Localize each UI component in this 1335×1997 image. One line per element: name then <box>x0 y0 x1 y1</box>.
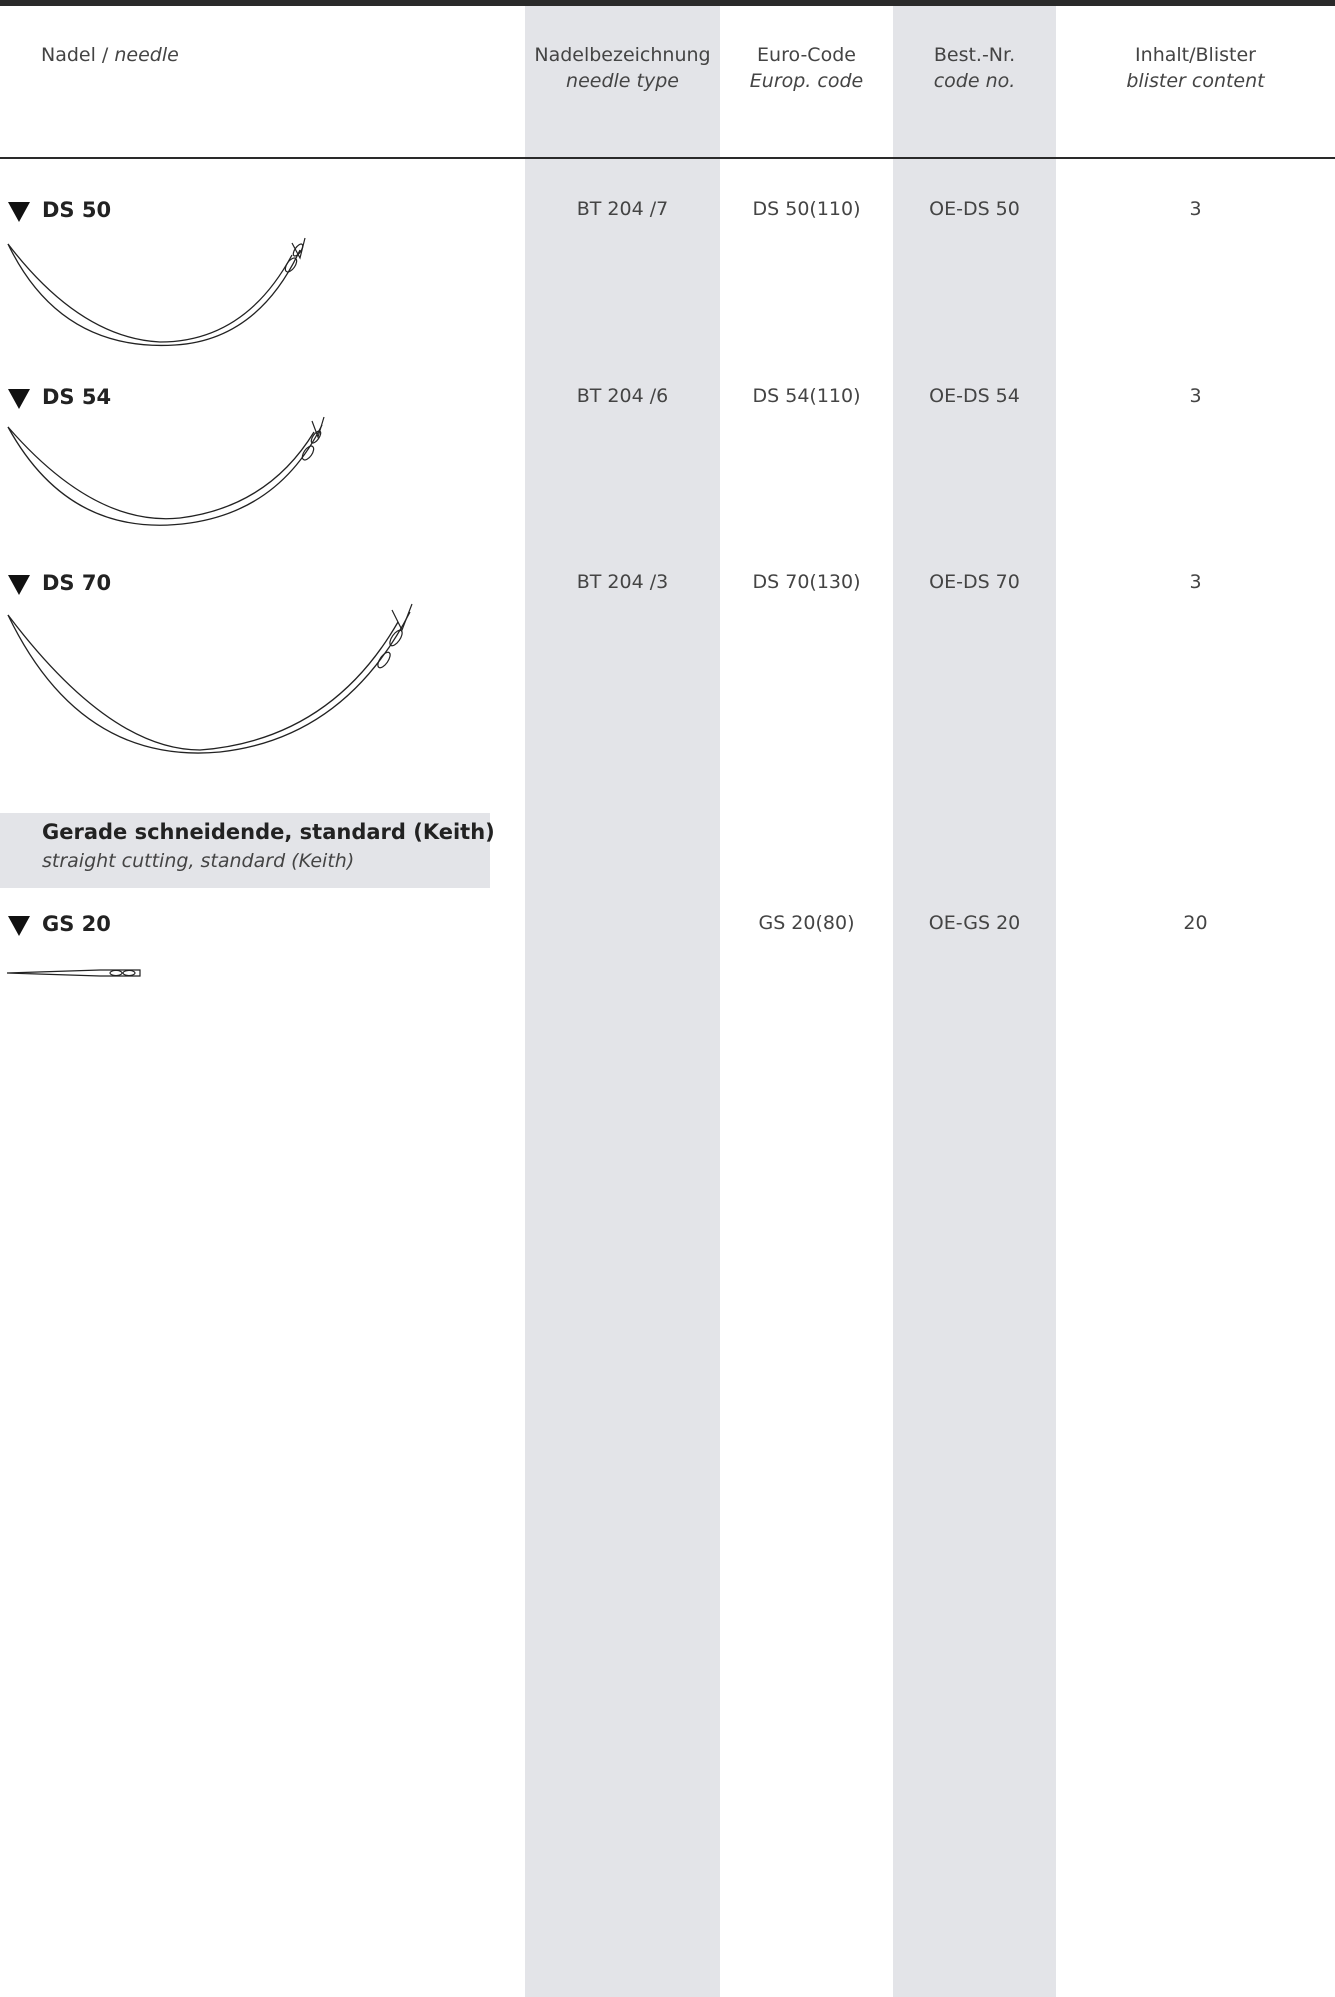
column-shade-code-no <box>893 0 1056 1997</box>
triangle-marker-icon <box>8 389 30 409</box>
blister-content-cell: 3 <box>1189 198 1202 220</box>
header-needle-de: Nadel / <box>41 44 115 66</box>
header-euro-code-de: Euro-Code <box>757 44 856 66</box>
euro-code-cell: DS 54(110) <box>752 385 861 407</box>
needle-name: GS 20 <box>42 912 111 936</box>
triangle-marker-icon <box>8 575 30 595</box>
needle-name: DS 70 <box>42 571 112 595</box>
header-needle: Nadel / needle <box>41 42 179 68</box>
needle-type-cell: BT 204 /3 <box>576 571 669 593</box>
curved-needle-ds70-icon <box>7 603 413 754</box>
column-shade-needle-type <box>525 0 720 1997</box>
catalog-page: Nadel / needle Nadelbezeichnung needle t… <box>0 0 1335 1997</box>
header-blister-content-de: Inhalt/Blister <box>1135 44 1256 66</box>
section-title: Gerade schneidende, standard (Keith) <box>42 820 495 844</box>
blister-content-cell: 3 <box>1189 385 1202 407</box>
header-euro-code-en: Europ. code <box>749 70 864 92</box>
section-subtitle: straight cutting, standard (Keith) <box>42 850 355 872</box>
header-needle-type: Nadelbezeichnung needle type <box>525 42 720 94</box>
euro-code-cell: GS 20(80) <box>758 912 855 934</box>
code-no-cell: OE-DS 50 <box>929 198 1020 220</box>
header-needle-en: needle <box>114 44 179 66</box>
triangle-marker-icon <box>8 916 30 936</box>
euro-code-cell: DS 70(130) <box>752 571 861 593</box>
code-no-cell: OE-DS 54 <box>929 385 1020 407</box>
header-blister-content-en: blister content <box>1126 70 1265 92</box>
triangle-marker-icon <box>8 202 30 222</box>
curved-needle-ds50-icon <box>7 237 306 347</box>
needle-name: DS 50 <box>42 198 112 222</box>
header-code-no-en: code no. <box>933 70 1016 92</box>
header-needle-type-de: Nadelbezeichnung <box>534 44 711 66</box>
header-code-no: Best.-Nr. code no. <box>893 42 1056 94</box>
header-code-no-de: Best.-Nr. <box>933 44 1016 66</box>
code-no-cell: OE-GS 20 <box>928 912 1021 934</box>
needle-type-cell: BT 204 /7 <box>576 198 669 220</box>
header-euro-code: Euro-Code Europ. code <box>720 42 893 94</box>
blister-content-cell: 20 <box>1183 912 1208 934</box>
needle-type-cell: BT 204 /6 <box>576 385 669 407</box>
needle-name: DS 54 <box>42 385 112 409</box>
blister-content-cell: 3 <box>1189 571 1202 593</box>
top-rule <box>0 0 1335 6</box>
header-blister-content: Inhalt/Blister blister content <box>1056 42 1335 94</box>
curved-needle-ds54-icon <box>7 416 325 526</box>
header-rule <box>0 157 1335 159</box>
straight-needle-gs20-icon <box>6 969 141 977</box>
header-needle-type-en: needle type <box>566 70 679 92</box>
code-no-cell: OE-DS 70 <box>929 571 1020 593</box>
euro-code-cell: DS 50(110) <box>752 198 861 220</box>
